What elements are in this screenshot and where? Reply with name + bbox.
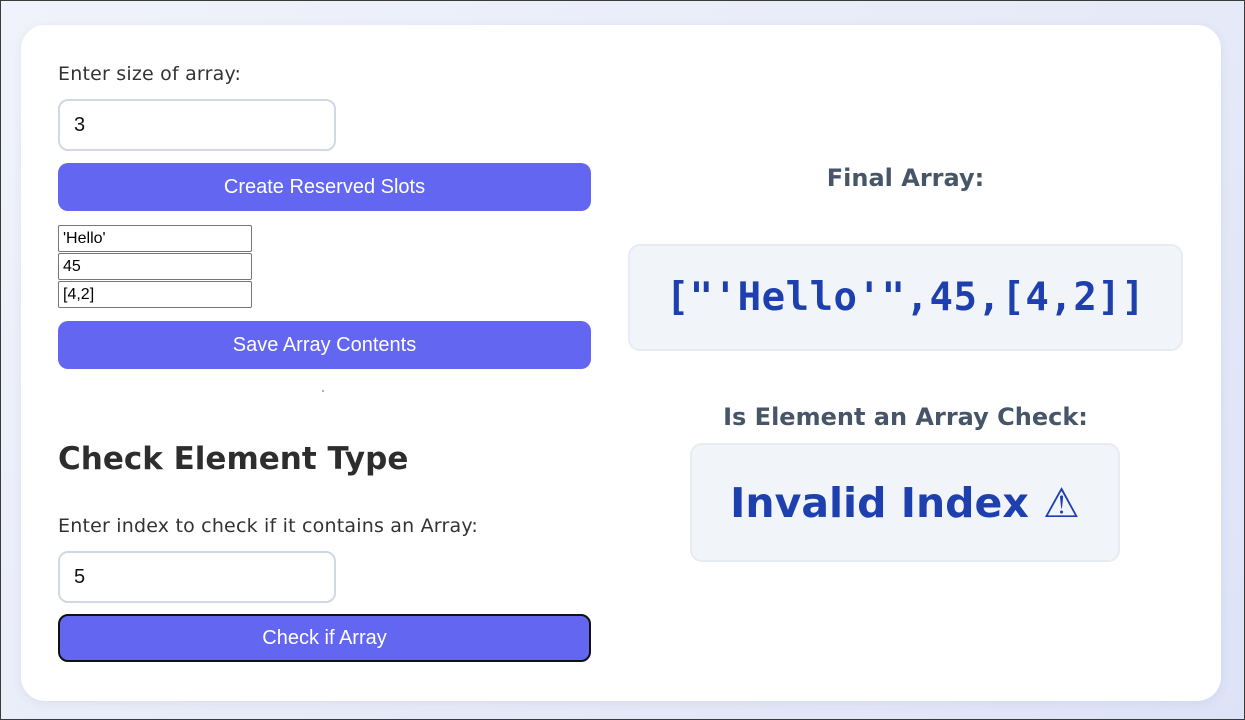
- save-array-contents-button[interactable]: Save Array Contents: [58, 321, 591, 369]
- array-slot-input-1[interactable]: 45: [58, 253, 252, 280]
- array-check-output: Invalid Index ⚠: [730, 478, 1080, 527]
- index-input[interactable]: 5: [58, 551, 336, 603]
- array-slot-input-0[interactable]: 'Hello': [58, 225, 252, 252]
- main-card: Enter size of array: 3 Create Reserved S…: [21, 25, 1221, 701]
- final-array-output: ["'Hello'",45,[4,2]]: [665, 275, 1146, 320]
- array-check-panel: Invalid Index ⚠: [690, 443, 1120, 562]
- check-element-type-heading: Check Element Type: [58, 441, 409, 477]
- array-slot-input-2[interactable]: [4,2]: [58, 281, 252, 308]
- create-reserved-slots-button[interactable]: Create Reserved Slots: [58, 163, 591, 211]
- check-if-array-button[interactable]: Check if Array: [58, 614, 591, 662]
- index-check-label: Enter index to check if it contains an A…: [58, 515, 478, 537]
- array-size-input[interactable]: 3: [58, 99, 336, 151]
- final-array-panel: ["'Hello'",45,[4,2]]: [628, 244, 1183, 351]
- array-size-label: Enter size of array:: [58, 63, 242, 85]
- final-array-title: Final Array:: [826, 164, 985, 192]
- divider-dot: [322, 390, 324, 392]
- array-check-title: Is Element an Array Check:: [723, 403, 1088, 431]
